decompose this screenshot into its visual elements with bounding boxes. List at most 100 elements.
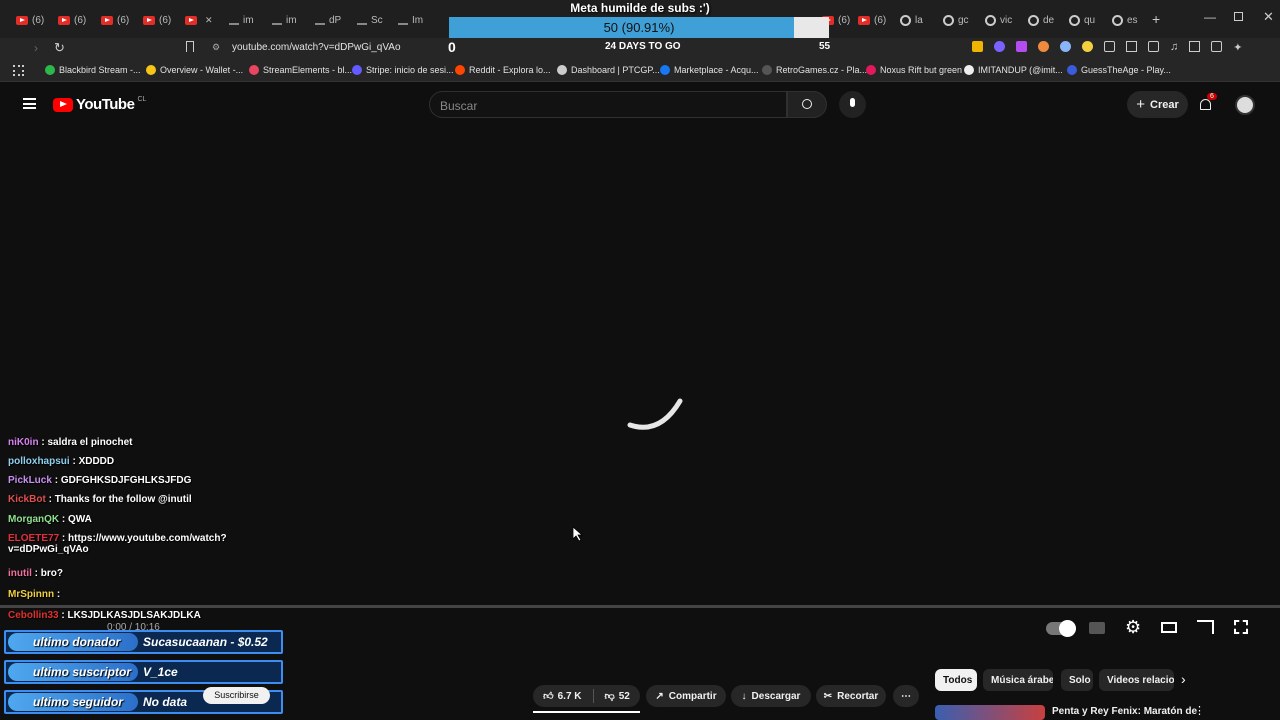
tab-favicon-icon <box>1069 14 1080 26</box>
goal-progress-text: 50 (90.91%) <box>603 20 675 35</box>
tab-label: (6) <box>159 14 172 26</box>
share-label: Compartir <box>668 690 717 702</box>
more-actions-button[interactable]: ⋯ <box>893 685 919 707</box>
bookmark-label: Marketplace - Acqu... <box>674 65 759 75</box>
copilot-icon[interactable]: ✦ <box>1233 41 1242 57</box>
bookmark-item[interactable]: Stripe: inicio de sesi... <box>352 65 454 75</box>
extension-icon[interactable] <box>972 41 983 52</box>
bookmark-label: IMITANDUP (@imit... <box>978 65 1063 75</box>
browser-tab[interactable]: im <box>229 10 254 30</box>
browser-tab[interactable]: (6) <box>58 10 86 30</box>
youtube-logo[interactable]: YouTube CL <box>53 96 146 113</box>
close-tab-icon[interactable]: ✕ <box>205 15 213 26</box>
create-button[interactable]: + Crear <box>1127 91 1188 118</box>
wallet-icon[interactable] <box>1211 41 1223 52</box>
bookmark-item[interactable]: RetroGames.cz - Pla... <box>762 65 867 75</box>
reload-icon[interactable]: ↻ <box>54 40 65 56</box>
notifications-button[interactable]: 6 <box>1199 93 1217 112</box>
bookmark-item[interactable]: Marketplace - Acqu... <box>660 65 759 75</box>
extension-icon[interactable] <box>1060 41 1071 52</box>
bookmark-item[interactable]: IMITANDUP (@imit... <box>964 65 1063 75</box>
search-input[interactable]: Buscar <box>429 91 787 118</box>
browser-tab[interactable]: gc <box>943 10 969 30</box>
video-progress-bar[interactable] <box>0 605 1280 608</box>
search-icon <box>802 99 812 109</box>
menu-icon[interactable] <box>23 98 36 109</box>
download-button[interactable]: ↓ Descargar <box>731 685 811 707</box>
new-tab-button[interactable]: + <box>1152 11 1160 27</box>
fullscreen-icon[interactable] <box>1234 620 1248 634</box>
chat-text: LKSJDLKASJDLSAKJDLKA <box>67 610 201 621</box>
minimize-button[interactable]: — <box>1204 10 1216 24</box>
search-button[interactable] <box>787 91 827 118</box>
browser-tab[interactable]: (6) <box>16 10 44 30</box>
browser-tab[interactable]: vic <box>985 10 1012 30</box>
region-code: CL <box>137 96 147 103</box>
theater-mode-icon[interactable] <box>1161 622 1177 633</box>
url-field[interactable]: youtube.com/watch?v=dDPwGi_qVAo <box>232 42 401 53</box>
browser-tab[interactable]: qu <box>1069 10 1095 30</box>
bookmark-item[interactable]: Noxus Rift but green <box>866 65 962 75</box>
bookmark-item[interactable]: GuessTheAge - Play... <box>1067 65 1171 75</box>
bookmark-star-icon[interactable] <box>186 41 194 52</box>
puzzle-icon[interactable] <box>1126 41 1137 52</box>
goal-target-value: 55 <box>819 41 831 52</box>
maximize-button[interactable] <box>1234 12 1243 21</box>
browser-tab[interactable]: (6) <box>143 10 171 30</box>
extension-icon[interactable] <box>994 41 1005 52</box>
bookmark-item[interactable]: StreamElements - bl... <box>249 65 352 75</box>
tab-label: (6) <box>874 14 887 26</box>
loading-spinner <box>627 398 683 430</box>
extension-icon[interactable] <box>1016 41 1027 52</box>
sidebar-icon[interactable] <box>1189 41 1201 52</box>
tab-favicon-icon <box>858 15 870 25</box>
bookmark-item[interactable]: Dashboard | PTCGP... <box>557 65 660 75</box>
browser-tab[interactable]: Im <box>398 10 423 30</box>
related-thumbnail[interactable] <box>935 705 1045 720</box>
close-window-button[interactable]: ✕ <box>1263 9 1274 25</box>
settings-gear-icon[interactable]: ⚙ <box>1125 617 1141 638</box>
browser-tab[interactable]: es <box>1112 10 1138 30</box>
related-title[interactable]: Penta y Rey Fenix: Maratón de <box>1052 706 1197 717</box>
like-button[interactable]: 👍︎ 6.7 K <box>543 690 581 703</box>
share-button[interactable]: ↗ Compartir <box>646 685 726 707</box>
chat-text: https://www.youtube.com/watch? <box>68 533 227 544</box>
browser-tab[interactable]: im <box>272 10 297 30</box>
autoplay-toggle[interactable] <box>1046 620 1076 637</box>
filter-chip[interactable]: Todos <box>935 669 977 691</box>
browser-tab[interactable]: la <box>900 10 923 30</box>
bookmark-item[interactable]: Overview - Wallet -... <box>146 65 243 75</box>
browser-tab[interactable]: dP <box>315 10 341 30</box>
tab-favicon-icon <box>900 14 911 26</box>
filter-chip[interactable]: Videos relacio <box>1099 669 1174 691</box>
bookmark-favicon-icon <box>964 65 974 75</box>
extension-icon[interactable] <box>1038 41 1049 52</box>
media-icon[interactable] <box>1148 41 1159 52</box>
chat-text: bro? <box>40 568 63 579</box>
bookmark-item[interactable]: Reddit - Explora lo... <box>455 65 551 75</box>
bookmark-label: StreamElements - bl... <box>263 65 353 75</box>
filter-chip[interactable]: Música árabe <box>983 669 1053 691</box>
apps-grid-icon[interactable] <box>13 65 24 76</box>
dislike-button[interactable]: 👎︎ 52 <box>605 690 630 703</box>
voice-search-button[interactable] <box>839 91 866 118</box>
cast-icon[interactable] <box>1197 620 1214 634</box>
avatar[interactable] <box>1235 95 1255 115</box>
related-menu-icon[interactable]: ⋮ <box>1194 704 1205 717</box>
chips-next-icon[interactable]: › <box>1181 671 1186 687</box>
browser-tab[interactable]: Sc <box>357 10 383 30</box>
subscribe-button[interactable]: Suscribirse <box>203 687 270 704</box>
browser-tab[interactable]: de <box>1028 10 1054 30</box>
extension-icon[interactable] <box>1104 41 1115 52</box>
subtitles-icon[interactable] <box>1089 622 1105 634</box>
browser-tab[interactable]: (6) <box>101 10 129 30</box>
site-info-icon[interactable]: ⚙ <box>212 42 220 53</box>
music-icon[interactable]: ♫ <box>1170 41 1178 57</box>
clip-button[interactable]: ✂ Recortar <box>816 685 886 707</box>
forward-icon[interactable]: › <box>34 41 38 55</box>
browser-tab[interactable]: ✕ <box>185 10 213 30</box>
filter-chip[interactable]: Solo <box>1061 669 1093 691</box>
extension-icon[interactable] <box>1082 41 1093 52</box>
browser-tab[interactable]: (6) <box>858 10 886 30</box>
bookmark-item[interactable]: Blackbird Stream -... <box>45 65 141 75</box>
